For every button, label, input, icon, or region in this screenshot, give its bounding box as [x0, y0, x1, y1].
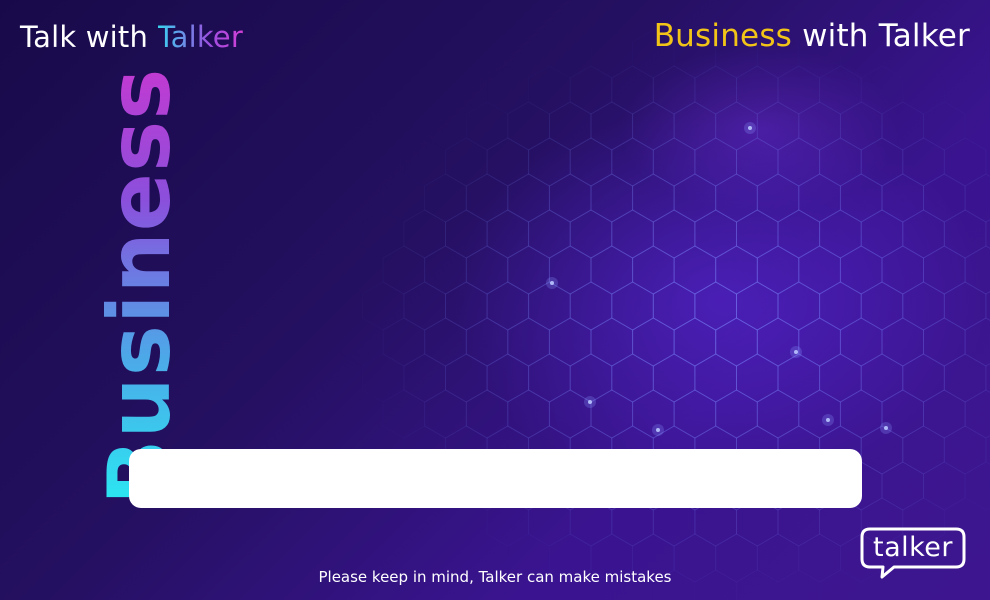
- talker-business-screen: Talk with Talker Business with Talker Bu…: [0, 0, 990, 600]
- disclaimer-text: Please keep in mind, Talker can make mis…: [318, 568, 672, 586]
- vertical-section-title: Business: [90, 68, 190, 505]
- vertical-title-text: Business: [90, 67, 190, 505]
- header-brand-left: Talk with Talker: [20, 20, 243, 54]
- header-right-suffix: with Talker: [792, 18, 970, 54]
- chat-message-input[interactable]: [129, 449, 862, 508]
- header-left-accent: Talker: [157, 20, 243, 54]
- header-brand-right: Business with Talker: [654, 18, 970, 54]
- header-right-accent: Business: [653, 18, 793, 54]
- header-left-prefix: Talk with: [20, 20, 158, 54]
- talker-logo: talker: [860, 527, 966, 579]
- logo-text: talker: [872, 532, 954, 563]
